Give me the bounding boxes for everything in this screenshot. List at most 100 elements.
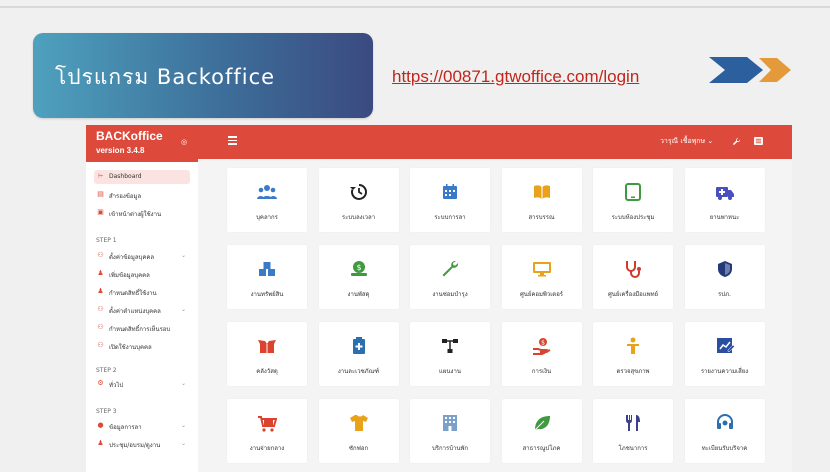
chart-report-icon: [715, 336, 735, 356]
module-label: แผนงาน: [439, 368, 461, 375]
calendar-icon: [440, 182, 460, 202]
utensils-icon: [623, 413, 643, 433]
module-label: ศูนย์เครื่องมือแพทย์: [607, 291, 659, 298]
topbar: วารุณี เชื้อพุกษ ⌄: [198, 125, 792, 159]
sidebar-item[interactable]: ⚇ เปิดใช้งานบุคคล: [94, 339, 190, 353]
step-heading: STEP 1: [96, 237, 117, 244]
sidebar-item[interactable]: ⌲ Dashboard: [94, 170, 190, 184]
boxes-icon: [257, 259, 277, 279]
module-label: ระบบการลา: [434, 214, 466, 221]
list-icon[interactable]: [754, 137, 763, 145]
sidebar-item[interactable]: ♟ ประชุม/อบรม/ดูงาน ⌄: [94, 437, 190, 451]
sidebar-item-label: สำรองข้อมูล: [109, 193, 142, 200]
sidebar-item[interactable]: ⚇ ตั้งค่าข้อมูลบุคคล ⌄: [94, 249, 190, 263]
database-icon: ▤: [97, 190, 104, 198]
module-card[interactable]: ซักฟอก: [318, 399, 399, 463]
module-card[interactable]: งานละเวชภัณฑ์: [318, 322, 399, 386]
module-card[interactable]: งานทรัพย์สิน: [227, 245, 307, 309]
user-name: วารุณี เชื้อพุกษ: [660, 137, 706, 145]
module-card[interactable]: คลังวัสดุ: [227, 322, 307, 386]
stethoscope-icon: [623, 259, 643, 279]
chevron-down-icon: ⌄: [180, 422, 186, 429]
people-icon: [257, 182, 277, 202]
module-label: งานจ่ายกลาง: [249, 445, 285, 452]
module-label: สาธารณูปโภค: [522, 445, 561, 452]
box-open-icon: [257, 336, 277, 356]
module-card[interactable]: ศูนย์คอมพิวเตอร์: [501, 245, 582, 309]
sidebar-item[interactable]: ⚇ ตั้งค่าตำแหน่งบุคคล ⌄: [94, 303, 190, 317]
module-label: การเงิน: [531, 368, 552, 375]
tshirt-icon: [349, 413, 369, 433]
history-icon: [349, 182, 369, 202]
users-icon: ⚇: [97, 251, 104, 259]
sidebar-item[interactable]: ♟ เพิ่มข้อมูลบุคคล: [94, 267, 190, 281]
module-card[interactable]: สาธารณูปโภค: [501, 399, 582, 463]
module-card[interactable]: ทะเบียนรับบริจาค: [684, 399, 765, 463]
sidebar-item[interactable]: ● ข้อมูลการลา ⌄: [94, 419, 190, 433]
module-card[interactable]: $ งานพัสดุ: [318, 245, 399, 309]
menu-icon[interactable]: [228, 136, 237, 147]
svg-text:$: $: [541, 340, 545, 347]
module-label: งานละเวชภัณฑ์: [337, 368, 380, 375]
user-icon: ♟: [97, 287, 104, 295]
headset-icon: [715, 413, 735, 433]
sidebar-item[interactable]: ▤ สำรองข้อมูล: [94, 188, 190, 202]
double-chevron-icon: [709, 57, 791, 83]
module-card[interactable]: โภชนาการ: [593, 399, 673, 463]
sidebar-item[interactable]: ⚇ กำหนดสิทธิ์การเห็นรอบ: [94, 321, 190, 335]
module-card[interactable]: รายงานความเสี่ยง: [684, 322, 765, 386]
module-card[interactable]: สารบรรณ: [501, 168, 582, 232]
sidebar-toggle-icon[interactable]: ◎: [181, 138, 187, 146]
sidebar-item-label: กำหนดสิทธิ์การเห็นรอบ: [109, 326, 171, 333]
chevron-down-icon: ⌄: [180, 306, 186, 313]
sidebar-item[interactable]: ▣ เข้าหน้าต่างผู้ใช้งาน: [94, 206, 190, 220]
sidebar-item[interactable]: ⚙ ทั่วไป ⌄: [94, 377, 190, 391]
users-icon: ⚇: [97, 341, 104, 349]
module-card[interactable]: ระบบการลา: [410, 168, 490, 232]
module-card[interactable]: ระบบลงเวลา: [318, 168, 399, 232]
module-card[interactable]: งานซ่อมบำรุง: [410, 245, 490, 309]
module-card[interactable]: บุคลากร: [227, 168, 307, 232]
module-label: บริการบ้านพัก: [431, 445, 469, 452]
module-card[interactable]: บริการบ้านพัก: [410, 399, 490, 463]
cart-icon: [257, 413, 278, 433]
module-label: ตรวจสุขภาพ: [616, 368, 650, 375]
version-label: version 3.4.8: [96, 146, 145, 155]
gears-icon: ⚙: [97, 379, 104, 387]
module-label: งานทรัพย์สิน: [250, 291, 284, 298]
info-icon: ●: [97, 421, 104, 429]
sidebar-item-label: เพิ่มข้อมูลบุคคล: [109, 272, 150, 279]
send-icon: ⌲: [97, 172, 104, 180]
group-icon: ♟: [97, 439, 104, 447]
module-label: บุคลากร: [256, 214, 278, 221]
module-card[interactable]: ตรวจสุขภาพ: [593, 322, 673, 386]
users-icon: ⚇: [97, 305, 104, 313]
login-url-link[interactable]: https://00871.gtwoffice.com/login: [392, 67, 639, 87]
module-card[interactable]: ยานพาหนะ: [684, 168, 765, 232]
sidebar-item-label: กำหนดสิทธิ์ใช้งาน: [109, 290, 157, 297]
wrench-icon: [440, 259, 460, 279]
money-icon: $: [349, 259, 369, 279]
module-label: สารบรรณ: [528, 214, 555, 221]
user-icon: ♟: [97, 269, 104, 277]
top-divider: [0, 6, 830, 8]
module-card[interactable]: งานจ่ายกลาง: [227, 399, 307, 463]
module-card[interactable]: รปภ.: [684, 245, 765, 309]
chevron-down-icon: ⌄: [180, 440, 186, 447]
module-label: ทะเบียนรับบริจาค: [701, 445, 748, 452]
wrench-icon[interactable]: [732, 137, 741, 146]
title-banner: โปรแกรม Backoffice: [33, 33, 373, 118]
sitemap-icon: [440, 336, 460, 356]
module-label: รปภ.: [718, 291, 731, 298]
sidebar-item-label: ตั้งค่าตำแหน่งบุคคล: [109, 308, 161, 315]
module-label: งานซ่อมบำรุง: [432, 291, 468, 298]
module-card[interactable]: ศูนย์เครื่องมือแพทย์: [593, 245, 673, 309]
module-card[interactable]: $ การเงิน: [501, 322, 582, 386]
window-icon: ▣: [97, 208, 104, 216]
user-menu[interactable]: วารุณี เชื้อพุกษ ⌄: [660, 136, 713, 147]
sidebar-item[interactable]: ♟ กำหนดสิทธิ์ใช้งาน: [94, 285, 190, 299]
module-card[interactable]: ระบบห้องประชุม: [593, 168, 673, 232]
slide: โปรแกรม Backoffice https://00871.gtwoffi…: [0, 0, 830, 472]
module-label: ระบบลงเวลา: [341, 214, 376, 221]
module-card[interactable]: แผนงาน: [410, 322, 490, 386]
